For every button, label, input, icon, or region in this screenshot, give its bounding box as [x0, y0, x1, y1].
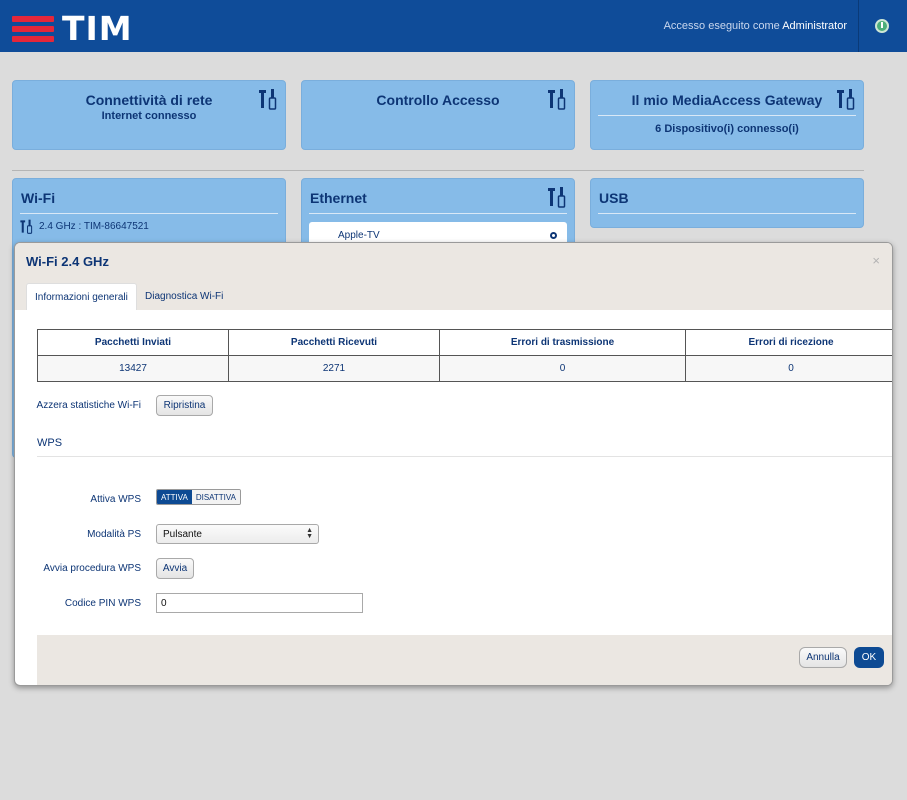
section-divider: [12, 170, 864, 171]
close-icon[interactable]: ×: [872, 253, 880, 268]
cancel-button[interactable]: Annulla: [799, 647, 847, 668]
card-gateway[interactable]: Il mio MediaAccess Gateway 6 Dispositivo…: [590, 80, 864, 150]
wps-pin-label: Codice PIN WPS: [64, 598, 141, 609]
settings-tools-icon: [20, 219, 33, 234]
col-packets-received: Pacchetti Ricevuti: [228, 329, 440, 356]
wifi-stats-table: Pacchetti Inviati Pacchetti Ricevuti Err…: [37, 329, 892, 382]
status-dot-icon: [550, 232, 557, 239]
card-ethernet-title: Ethernet: [310, 190, 367, 206]
wps-start-button[interactable]: Avvia: [156, 558, 194, 579]
settings-tools-icon[interactable]: [546, 88, 568, 110]
wifi-network-item[interactable]: 2.4 GHz : TIM-86647521: [19, 219, 149, 234]
col-packets-sent: Pacchetti Inviati: [37, 329, 229, 356]
card-ethernet-divider: [309, 213, 567, 214]
settings-tools-icon[interactable]: [546, 186, 568, 208]
card-wifi-divider: [20, 213, 278, 214]
tim-logo-mark: [12, 13, 54, 45]
card-gateway-divider: [598, 115, 856, 116]
wps-on-option[interactable]: ATTIVA: [157, 490, 192, 504]
card-access-control[interactable]: Controllo Accesso: [301, 80, 575, 150]
ps-mode-select[interactable]: Pulsante ▲ ▼: [156, 524, 319, 544]
card-connectivity-title: Connettività di rete: [85, 92, 213, 108]
logout-icon[interactable]: [875, 19, 889, 33]
col-tx-errors: Errori di trasmissione: [439, 329, 686, 356]
select-arrows-icon: ▲ ▼: [306, 527, 313, 540]
ethernet-device-label: Apple-TV: [338, 230, 380, 241]
login-info: Accesso eseguito come Administrator: [664, 20, 847, 32]
card-gateway-title: Il mio MediaAccess Gateway: [631, 92, 823, 108]
tab-wifi-diagnostics[interactable]: Diagnostica Wi-Fi: [137, 283, 231, 310]
wifi-modal: Wi-Fi 2.4 GHz × Informazioni generali Di…: [14, 242, 893, 686]
wps-start-label: Avvia procedura WPS: [43, 563, 141, 574]
tx-errors-value: 0: [439, 355, 686, 382]
card-wifi-title: Wi-Fi: [21, 190, 56, 206]
packets-sent-value: 13427: [37, 355, 229, 382]
tab-general-info[interactable]: Informazioni generali: [26, 283, 137, 310]
ps-mode-value: Pulsante: [163, 529, 202, 540]
settings-tools-icon[interactable]: [835, 88, 857, 110]
wps-enable-label: Attiva WPS: [90, 494, 141, 505]
card-access-control-title: Controllo Accesso: [376, 92, 500, 108]
ok-button[interactable]: OK: [854, 647, 884, 668]
card-usb-divider: [598, 213, 856, 214]
reset-stats-label: Azzera statistiche Wi-Fi: [36, 400, 141, 411]
login-prefix: Accesso eseguito come: [663, 20, 780, 32]
card-usb[interactable]: USB: [590, 178, 864, 228]
login-user[interactable]: Administrator: [782, 20, 847, 32]
table-row: 13427 2271 0 0: [37, 355, 892, 382]
card-usb-title: USB: [599, 190, 629, 206]
top-bar: TIM Accesso eseguito come Administrator: [0, 0, 907, 52]
table-header-row: Pacchetti Inviati Pacchetti Ricevuti Err…: [37, 329, 892, 356]
wps-toggle[interactable]: ATTIVA DISATTIVA: [156, 489, 241, 505]
wifi-network-label: 2.4 GHz : TIM-86647521: [39, 221, 149, 232]
settings-tools-icon[interactable]: [257, 88, 279, 110]
wps-off-option[interactable]: DISATTIVA: [191, 490, 240, 504]
wps-divider: [37, 456, 892, 457]
top-bar-divider: [858, 0, 859, 52]
modal-footer: Annulla OK: [37, 635, 892, 685]
modal-header: Wi-Fi 2.4 GHz × Informazioni generali Di…: [15, 243, 892, 310]
col-rx-errors: Errori di ricezione: [685, 329, 892, 356]
packets-received-value: 2271: [228, 355, 440, 382]
modal-title: Wi-Fi 2.4 GHz: [26, 254, 109, 269]
rx-errors-value: 0: [685, 355, 892, 382]
reset-button[interactable]: Ripristina: [156, 395, 213, 416]
card-connectivity[interactable]: Connettività di rete Internet connesso: [12, 80, 286, 150]
card-connectivity-status: Internet connesso: [101, 110, 197, 122]
ps-mode-label: Modalità PS: [87, 529, 141, 540]
wps-pin-input[interactable]: 0: [156, 593, 363, 613]
card-gateway-devices: 6 Dispositivo(i) connesso(i): [655, 123, 799, 135]
logo-text: TIM: [62, 9, 133, 48]
wps-section-title: WPS: [37, 437, 63, 449]
tim-logo[interactable]: TIM: [12, 9, 133, 48]
